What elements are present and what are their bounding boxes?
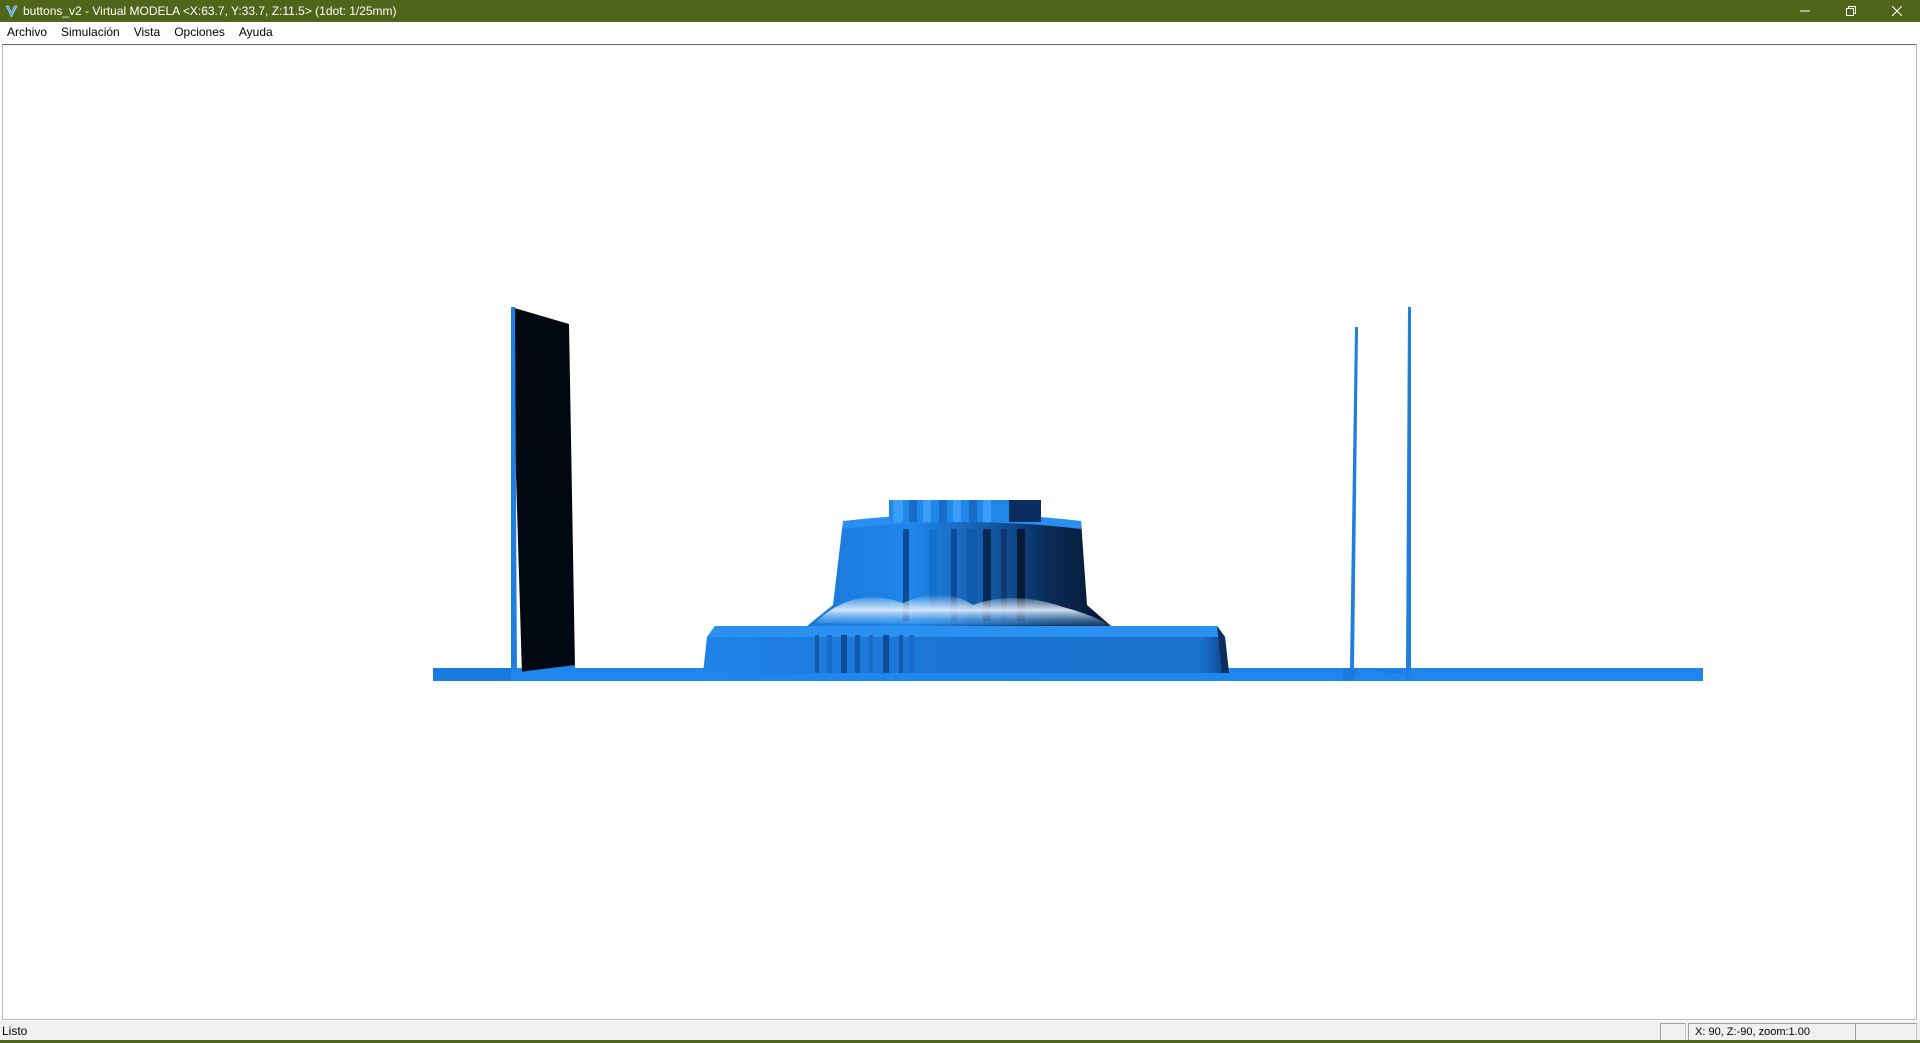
window-title: buttons_v2 - Virtual MODELA <X:63.7, Y:3… — [23, 4, 397, 18]
right-wall — [1350, 307, 1411, 681]
minimize-icon — [1800, 10, 1810, 12]
app-window: buttons_v2 - Virtual MODELA <X:63.7, Y:3… — [0, 0, 1920, 1043]
window-controls — [1782, 0, 1920, 22]
status-coordinates: X: 90, Z:-90, zoom:1.00 — [1688, 1023, 1856, 1041]
status-panel-empty — [1855, 1023, 1917, 1041]
status-panel-empty — [1660, 1023, 1686, 1041]
minimize-button[interactable] — [1782, 0, 1828, 22]
menu-simulacion[interactable]: Simulación — [54, 22, 127, 43]
left-wall — [511, 307, 575, 681]
base-disc — [703, 626, 1229, 673]
model-render — [433, 307, 1703, 681]
menu-bar: Archivo Simulación Vista Opciones Ayuda — [0, 22, 1920, 43]
menu-ayuda[interactable]: Ayuda — [232, 22, 280, 43]
virtual-modela-app-icon[interactable] — [4, 4, 18, 18]
menu-archivo[interactable]: Archivo — [0, 22, 54, 43]
dome — [807, 500, 1111, 626]
close-button[interactable] — [1874, 0, 1920, 22]
status-text: Listo — [2, 1024, 28, 1038]
restore-button[interactable] — [1828, 0, 1874, 22]
menu-opciones[interactable]: Opciones — [167, 22, 232, 43]
3d-viewport[interactable] — [2, 44, 1917, 1020]
menu-vista[interactable]: Vista — [127, 22, 167, 43]
close-icon — [1892, 6, 1902, 16]
title-bar[interactable]: buttons_v2 - Virtual MODELA <X:63.7, Y:3… — [0, 0, 1920, 22]
restore-icon — [1846, 6, 1856, 16]
